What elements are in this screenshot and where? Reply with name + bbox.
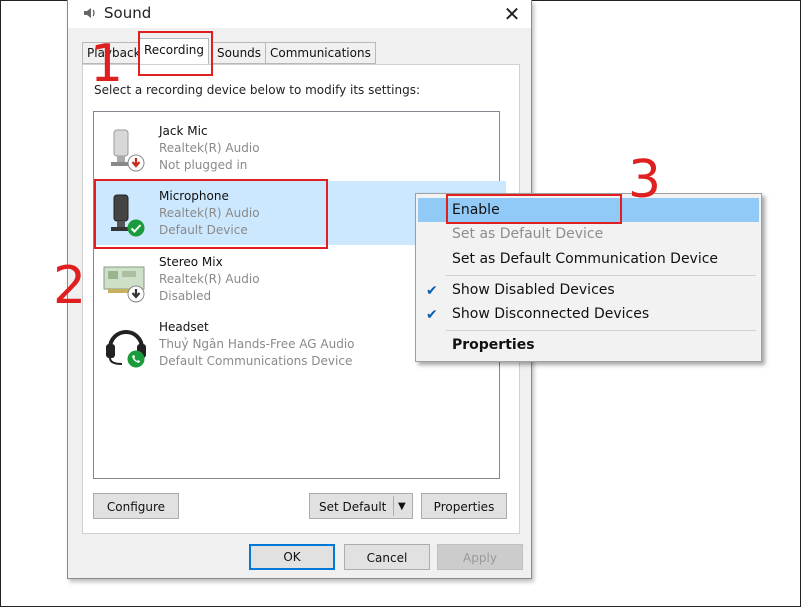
annotation-box-recording-tab [138,31,213,76]
close-button[interactable]: ✕ [496,2,528,26]
annotation-number-1: 1 [90,34,124,94]
device-name: Jack Mic [159,124,208,138]
device-driver: Realtek(R) Audio [159,272,260,286]
menu-separator [446,330,756,331]
menu-item-set-default-communication[interactable]: Set as Default Communication Device [418,247,759,271]
annotation-box-microphone [94,179,328,249]
cancel-button[interactable]: Cancel [344,544,430,570]
configure-button[interactable]: Configure [93,493,179,519]
menu-item-label: Properties [452,337,535,353]
properties-button[interactable]: Properties [421,493,507,519]
tab-communications[interactable]: Communications [265,42,376,64]
speaker-icon [84,8,95,18]
device-driver: Thuỷ Ngân Hands-Free AG Audio [159,337,355,351]
device-jack-mic[interactable]: Jack Mic Realtek(R) Audio Not plugged in [94,116,499,180]
ok-button[interactable]: OK [249,544,335,570]
device-status: Default Communications Device [159,354,353,368]
disabled-badge-icon [127,285,145,303]
split-divider [393,496,394,516]
device-driver: Realtek(R) Audio [159,141,260,155]
tab-sounds[interactable]: Sounds [212,42,267,64]
annotation-number-2: 2 [53,256,87,316]
device-name: Headset [159,320,209,334]
window-title: Sound [104,4,152,22]
annotation-number-3: 3 [628,150,662,210]
device-status: Not plugged in [159,158,248,172]
unplugged-badge-icon [127,154,145,172]
checkmark-icon: ✔ [426,283,438,299]
device-name: Stereo Mix [159,255,223,269]
instruction-text: Select a recording device below to modif… [94,83,421,97]
set-default-button[interactable]: Set Default ▼ [309,493,413,519]
menu-item-show-disabled[interactable]: ✔ Show Disabled Devices [418,278,759,302]
apply-button[interactable]: Apply [437,544,523,570]
checkmark-icon: ✔ [426,307,438,323]
menu-item-set-default-device: Set as Default Device [418,222,759,246]
phone-badge-icon [127,350,145,368]
set-default-label: Set Default [319,500,387,514]
title-bar[interactable]: Sound ✕ [68,0,531,28]
menu-separator [446,275,756,276]
menu-item-properties[interactable]: Properties [418,333,759,357]
device-status: Disabled [159,289,212,303]
menu-item-show-disconnected[interactable]: ✔ Show Disconnected Devices [418,302,759,326]
chevron-down-icon[interactable]: ▼ [398,494,406,520]
menu-item-label: Set as Default Communication Device [452,251,719,267]
menu-item-label: Show Disconnected Devices [452,306,650,322]
menu-item-label: Show Disabled Devices [452,282,615,298]
menu-item-label: Set as Default Device [452,226,604,242]
annotation-box-enable [446,194,622,224]
